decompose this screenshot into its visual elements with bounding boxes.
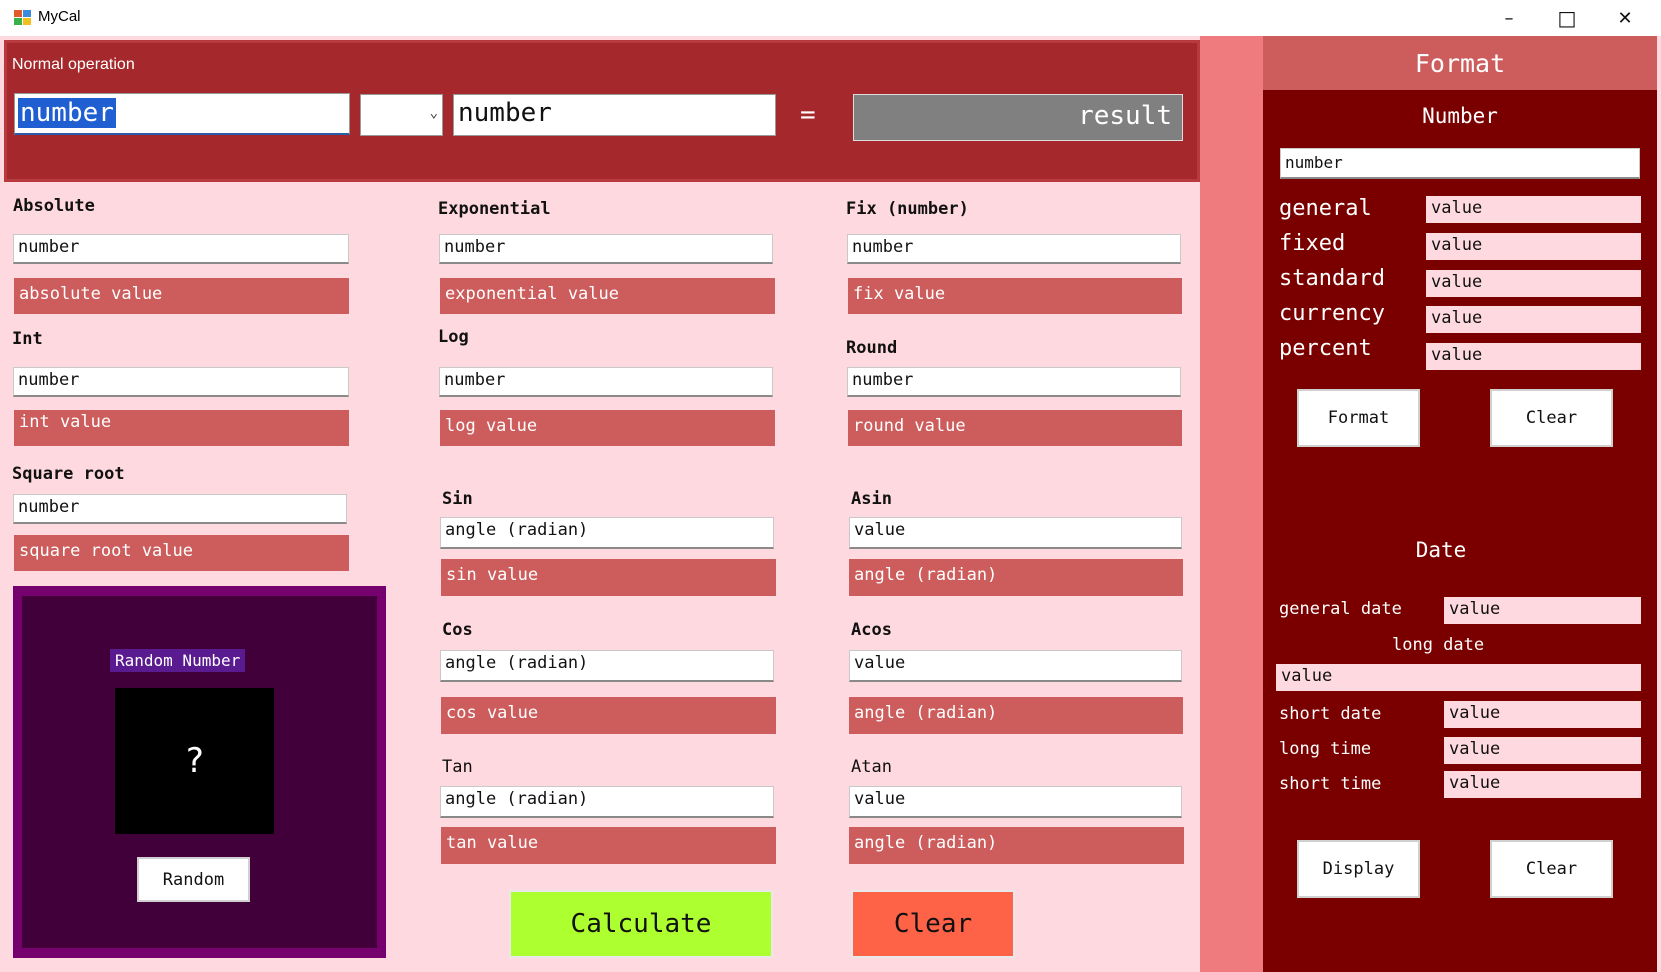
- sin-label: Sin: [442, 489, 473, 509]
- short-time-label: short time: [1279, 774, 1382, 794]
- absolute-label: Absolute: [13, 196, 95, 216]
- long-date-value: value: [1276, 664, 1641, 691]
- percent-format-value: value: [1426, 343, 1641, 370]
- absolute-output: absolute value: [14, 278, 349, 314]
- fixed-format-label: fixed: [1279, 231, 1346, 256]
- maximize-icon[interactable]: □: [1538, 0, 1596, 36]
- random-number-display: ?: [115, 688, 274, 834]
- date-clear-button[interactable]: Clear: [1490, 840, 1613, 898]
- normal-operation-title: Normal operation: [12, 56, 135, 73]
- number-section-title: Number: [1422, 104, 1498, 128]
- asin-output: angle (radian): [849, 559, 1183, 596]
- exponential-input[interactable]: number: [439, 234, 773, 264]
- percent-format-label: percent: [1279, 336, 1372, 361]
- int-output: int value: [14, 410, 349, 446]
- absolute-input[interactable]: number: [13, 234, 349, 264]
- standard-format-value: value: [1426, 270, 1641, 297]
- panel-divider: [1200, 36, 1263, 972]
- asin-label: Asin: [851, 489, 892, 509]
- log-label: Log: [438, 327, 469, 347]
- int-input[interactable]: number: [13, 367, 349, 397]
- round-output: round value: [848, 410, 1182, 446]
- result-output: result: [853, 94, 1183, 141]
- cos-output: cos value: [441, 697, 776, 734]
- general-date-value: value: [1444, 597, 1641, 624]
- calculate-button[interactable]: Calculate: [509, 890, 773, 958]
- operator-select[interactable]: ⌄: [360, 94, 443, 136]
- format-button[interactable]: Format: [1297, 389, 1420, 447]
- first-number-input[interactable]: number: [14, 93, 350, 135]
- int-label: Int: [12, 329, 43, 349]
- square-root-input[interactable]: number: [13, 494, 347, 524]
- currency-format-value: value: [1426, 306, 1641, 333]
- acos-input[interactable]: value: [849, 650, 1182, 682]
- atan-input[interactable]: value: [849, 786, 1182, 818]
- minimize-icon[interactable]: –: [1480, 0, 1538, 36]
- short-time-value: value: [1444, 771, 1641, 798]
- round-input[interactable]: number: [847, 367, 1181, 397]
- general-format-label: general: [1279, 196, 1372, 221]
- format-clear-button[interactable]: Clear: [1490, 389, 1613, 447]
- acos-output: angle (radian): [849, 697, 1183, 734]
- short-date-label: short date: [1279, 704, 1382, 724]
- tan-input[interactable]: angle (radian): [440, 786, 774, 818]
- date-section-title: Date: [1415, 538, 1467, 562]
- sin-input[interactable]: angle (radian): [440, 517, 774, 549]
- clear-all-button[interactable]: Clear: [851, 890, 1015, 958]
- log-input[interactable]: number: [439, 367, 773, 397]
- equals-sign: =: [800, 100, 816, 130]
- short-date-value: value: [1444, 701, 1641, 728]
- second-number-input[interactable]: number: [453, 94, 776, 136]
- first-number-value: number: [18, 98, 116, 128]
- general-format-value: value: [1426, 196, 1641, 223]
- atan-label: Atan: [851, 757, 892, 777]
- fixed-format-value: value: [1426, 233, 1641, 260]
- random-button[interactable]: Random: [137, 857, 250, 902]
- square-root-label: Square root: [12, 464, 125, 484]
- display-date-button[interactable]: Display: [1297, 840, 1420, 898]
- acos-label: Acos: [851, 620, 892, 640]
- mycal-window: MyCal – □ ✕ Normal operation number ⌄ nu…: [0, 0, 1661, 972]
- title-bar: MyCal – □ ✕: [0, 0, 1661, 36]
- fix-input[interactable]: number: [847, 234, 1181, 264]
- long-time-label: long time: [1279, 739, 1372, 759]
- cos-label: Cos: [442, 620, 473, 640]
- app-icon: [14, 10, 32, 26]
- round-label: Round: [846, 338, 898, 358]
- standard-format-label: standard: [1279, 266, 1385, 291]
- close-icon[interactable]: ✕: [1596, 0, 1654, 36]
- fix-output: fix value: [848, 278, 1182, 314]
- exponential-output: exponential value: [440, 278, 775, 314]
- atan-output: angle (radian): [849, 827, 1184, 864]
- exponential-label: Exponential: [438, 199, 551, 219]
- currency-format-label: currency: [1279, 301, 1385, 326]
- tan-output: tan value: [441, 827, 776, 864]
- long-date-label: long date: [1392, 635, 1485, 655]
- log-output: log value: [440, 410, 775, 446]
- format-title: Format: [1263, 36, 1657, 90]
- square-root-output: square root value: [14, 535, 349, 571]
- general-date-label: general date: [1279, 599, 1402, 619]
- cos-input[interactable]: angle (radian): [440, 650, 774, 682]
- asin-input[interactable]: value: [849, 517, 1182, 549]
- sin-output: sin value: [441, 559, 776, 596]
- format-number-input[interactable]: number: [1280, 148, 1640, 179]
- window-title: MyCal: [38, 8, 81, 25]
- random-number-title: Random Number: [110, 649, 246, 672]
- chevron-down-icon: ⌄: [429, 105, 438, 121]
- long-time-value: value: [1444, 737, 1641, 764]
- tan-label: Tan: [442, 757, 473, 777]
- fix-label: Fix (number): [846, 199, 969, 219]
